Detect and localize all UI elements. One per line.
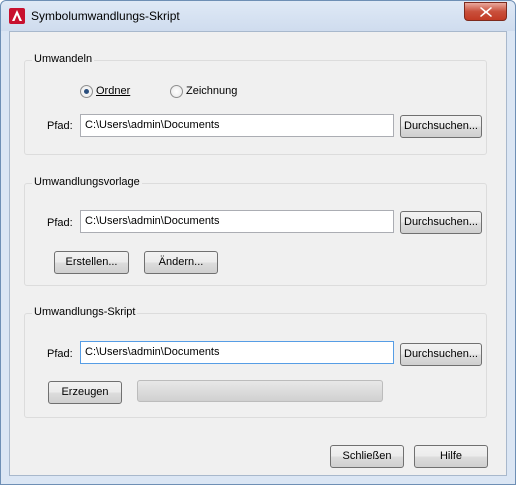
template-browse-button[interactable]: Durchsuchen... xyxy=(400,211,482,234)
convert-path-label: Pfad: xyxy=(47,120,73,132)
folder-radio-label[interactable]: Ordner xyxy=(96,85,130,97)
drawing-radio[interactable] xyxy=(170,85,183,98)
script-path-field[interactable]: C:\Users\admin\Documents xyxy=(80,341,394,364)
script-browse-button[interactable]: Durchsuchen... xyxy=(400,343,482,366)
app-logo-icon xyxy=(9,8,25,24)
progress-bar xyxy=(137,380,383,402)
convert-group-title: Umwandeln xyxy=(32,53,95,65)
modify-template-button[interactable]: Ändern... xyxy=(144,251,218,274)
convert-browse-button[interactable]: Durchsuchen... xyxy=(400,115,482,138)
close-button[interactable]: Schließen xyxy=(330,445,404,468)
generate-button[interactable]: Erzeugen xyxy=(48,381,122,404)
dialog-window: Symbolumwandlungs-Skript Umwandeln Ordne… xyxy=(0,0,516,485)
window-title: Symbolumwandlungs-Skript xyxy=(31,9,180,23)
help-button[interactable]: Hilfe xyxy=(414,445,488,468)
script-path-label: Pfad: xyxy=(47,348,73,360)
script-group-title: Umwandlungs-Skript xyxy=(32,306,138,318)
template-group-title: Umwandlungsvorlage xyxy=(32,176,142,188)
convert-path-field[interactable]: C:\Users\admin\Documents xyxy=(80,114,394,137)
drawing-radio-label[interactable]: Zeichnung xyxy=(186,85,237,97)
template-path-field[interactable]: C:\Users\admin\Documents xyxy=(80,210,394,233)
create-template-button[interactable]: Erstellen... xyxy=(54,251,129,274)
close-icon xyxy=(480,7,492,17)
template-path-label: Pfad: xyxy=(47,217,73,229)
folder-radio[interactable] xyxy=(80,85,93,98)
convert-group: Umwandeln xyxy=(24,53,487,155)
close-window-button[interactable] xyxy=(464,2,507,21)
title-bar: Symbolumwandlungs-Skript xyxy=(1,1,515,31)
